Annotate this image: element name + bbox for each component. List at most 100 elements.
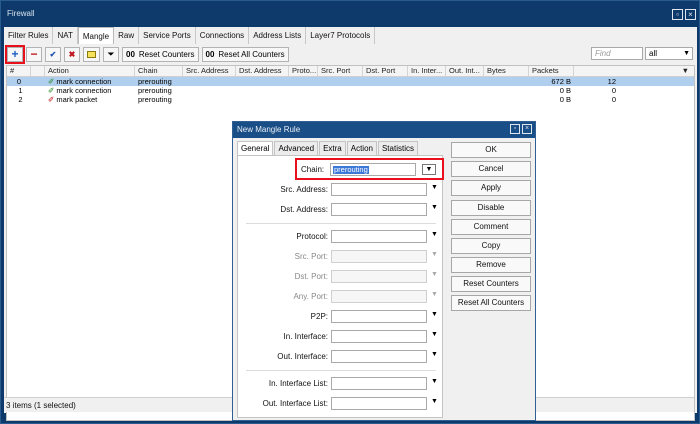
any-port-input[interactable] [331, 290, 427, 303]
comment-rule-button[interactable]: Comment [451, 219, 531, 235]
remove-rule-button[interactable]: Remove [451, 257, 531, 273]
dialog-tab-general[interactable]: General [237, 141, 274, 155]
remove-button[interactable]: − [26, 46, 42, 62]
tab-address-lists[interactable]: Address Lists [249, 27, 307, 44]
table-row[interactable]: 0 ✐ mark connection prerouting 672 B 12 [7, 77, 694, 86]
dst-port-label: Dst. Port: [294, 272, 328, 281]
chain-dropdown-icon[interactable]: ▼ [422, 164, 436, 175]
cancel-button[interactable]: Cancel [451, 161, 531, 177]
dialog-reset-counters-button[interactable]: Reset Counters [451, 276, 531, 292]
dropdown-arrow-icon: ▼ [683, 50, 690, 57]
row-num: 2 [18, 95, 23, 104]
in-interface-list-input[interactable] [331, 377, 427, 390]
src-port-input[interactable] [331, 250, 427, 263]
dst-address-dropdown-icon[interactable]: ▼ [431, 204, 438, 211]
col-dst-address[interactable]: Dst. Address [236, 66, 289, 76]
protocol-dropdown-icon[interactable]: ▼ [431, 231, 438, 238]
find-input[interactable]: Find [591, 47, 643, 60]
table-row[interactable]: 1 ✐ mark connection prerouting 0 B 0 [7, 86, 694, 95]
col-flag [31, 66, 45, 76]
row-action: ✐ mark connection [45, 86, 135, 95]
table-header: # Action Chain Src. Address Dst. Address… [7, 66, 694, 77]
out-interface-list-dropdown-icon[interactable]: ▼ [431, 398, 438, 405]
row-action-label: mark connection [56, 86, 112, 95]
dst-address-input[interactable] [331, 203, 427, 216]
chain-input[interactable]: prerouting [330, 163, 416, 176]
dialog-restore-icon[interactable]: ▫ [510, 124, 520, 134]
protocol-input[interactable] [331, 230, 427, 243]
p2p-dropdown-icon[interactable]: ▼ [431, 311, 438, 318]
dialog-tab-extra[interactable]: Extra [319, 141, 346, 155]
src-address-label: Src. Address: [280, 185, 328, 194]
general-panel: Chain: prerouting ▼ Src. Address: ▼ Dst.… [237, 155, 444, 418]
tab-bar: Filter Rules NAT Mangle Raw Service Port… [4, 27, 697, 44]
col-dst-port[interactable]: Dst. Port [363, 66, 408, 76]
comment-button[interactable] [83, 46, 100, 62]
check-icon: ✔ [49, 49, 57, 59]
tab-service-ports[interactable]: Service Ports [139, 27, 196, 44]
col-src-address[interactable]: Src. Address [183, 66, 236, 76]
table-row[interactable]: 2 ✐ mark packet prerouting 0 B 0 [7, 95, 694, 104]
new-mangle-rule-dialog: New Mangle Rule ▫ × General Advanced Ext… [232, 121, 536, 421]
enable-button[interactable]: ✔ [45, 46, 61, 62]
copy-button[interactable]: Copy [451, 238, 531, 254]
restore-icon[interactable]: ▫ [672, 9, 683, 20]
out-interface-list-input[interactable] [331, 397, 427, 410]
minus-icon: − [30, 47, 38, 61]
col-bytes[interactable]: Bytes [484, 66, 529, 76]
col-packets[interactable]: Packets [529, 66, 574, 76]
apply-button[interactable]: Apply [451, 180, 531, 196]
window-title: Firewall [7, 9, 35, 18]
tab-filter-rules[interactable]: Filter Rules [4, 27, 54, 44]
out-interface-input[interactable] [331, 350, 427, 363]
p2p-row: P2P: ▼ [238, 310, 444, 324]
filter-button[interactable]: ⏷ [103, 46, 119, 62]
src-address-row: Src. Address: ▼ [238, 183, 444, 197]
col-in-interface[interactable]: In. Inter... [408, 66, 446, 76]
src-address-dropdown-icon[interactable]: ▼ [431, 184, 438, 191]
dialog-reset-all-counters-button[interactable]: Reset All Counters [451, 295, 531, 311]
note-icon [87, 50, 96, 58]
src-port-dropdown-icon[interactable]: ▼ [431, 251, 438, 258]
in-interface-dropdown-icon[interactable]: ▼ [431, 331, 438, 338]
in-interface-label: In. Interface: [283, 332, 328, 341]
out-interface-dropdown-icon[interactable]: ▼ [431, 351, 438, 358]
funnel-icon: ⏷ [107, 48, 115, 59]
tab-raw[interactable]: Raw [114, 27, 140, 44]
col-action[interactable]: Action [45, 66, 135, 76]
col-src-port[interactable]: Src. Port [318, 66, 363, 76]
row-empty [183, 95, 529, 104]
row-action: ✐ mark connection [45, 77, 135, 86]
dialog-tab-statistics[interactable]: Statistics [377, 141, 418, 155]
row-action: ✐ mark packet [45, 95, 135, 104]
dst-port-dropdown-icon[interactable]: ▼ [431, 271, 438, 278]
p2p-label: P2P: [310, 312, 328, 321]
filter-value: all [649, 49, 658, 58]
filter-select[interactable]: all ▼ [645, 47, 693, 60]
dialog-tab-advanced[interactable]: Advanced [274, 141, 319, 155]
tab-layer7-protocols[interactable]: Layer7 Protocols [306, 27, 376, 44]
in-interface-input[interactable] [331, 330, 427, 343]
ok-button[interactable]: OK [451, 142, 531, 158]
columns-menu-icon[interactable]: ▼ [574, 66, 692, 76]
col-num[interactable]: # [7, 66, 31, 76]
p2p-input[interactable] [331, 310, 427, 323]
src-address-input[interactable] [331, 183, 427, 196]
tab-nat[interactable]: NAT [53, 27, 78, 44]
disable-button[interactable]: ✖ [64, 46, 80, 62]
add-button[interactable]: + [5, 44, 25, 64]
disable-rule-button[interactable]: Disable [451, 200, 531, 216]
col-out-interface[interactable]: Out. Int... [446, 66, 484, 76]
reset-all-counters-button[interactable]: 00 Reset All Counters [201, 46, 289, 62]
col-chain[interactable]: Chain [135, 66, 183, 76]
any-port-dropdown-icon[interactable]: ▼ [431, 291, 438, 298]
col-protocol[interactable]: Proto... [289, 66, 318, 76]
tab-mangle[interactable]: Mangle [77, 27, 115, 44]
reset-counters-button[interactable]: 00 Reset Counters [122, 46, 199, 62]
dst-port-input[interactable] [331, 270, 427, 283]
dialog-close-icon[interactable]: × [522, 124, 532, 134]
tab-connections[interactable]: Connections [196, 27, 250, 44]
in-interface-list-dropdown-icon[interactable]: ▼ [431, 378, 438, 385]
dialog-tab-action[interactable]: Action [346, 141, 377, 155]
close-icon[interactable]: × [685, 9, 696, 20]
